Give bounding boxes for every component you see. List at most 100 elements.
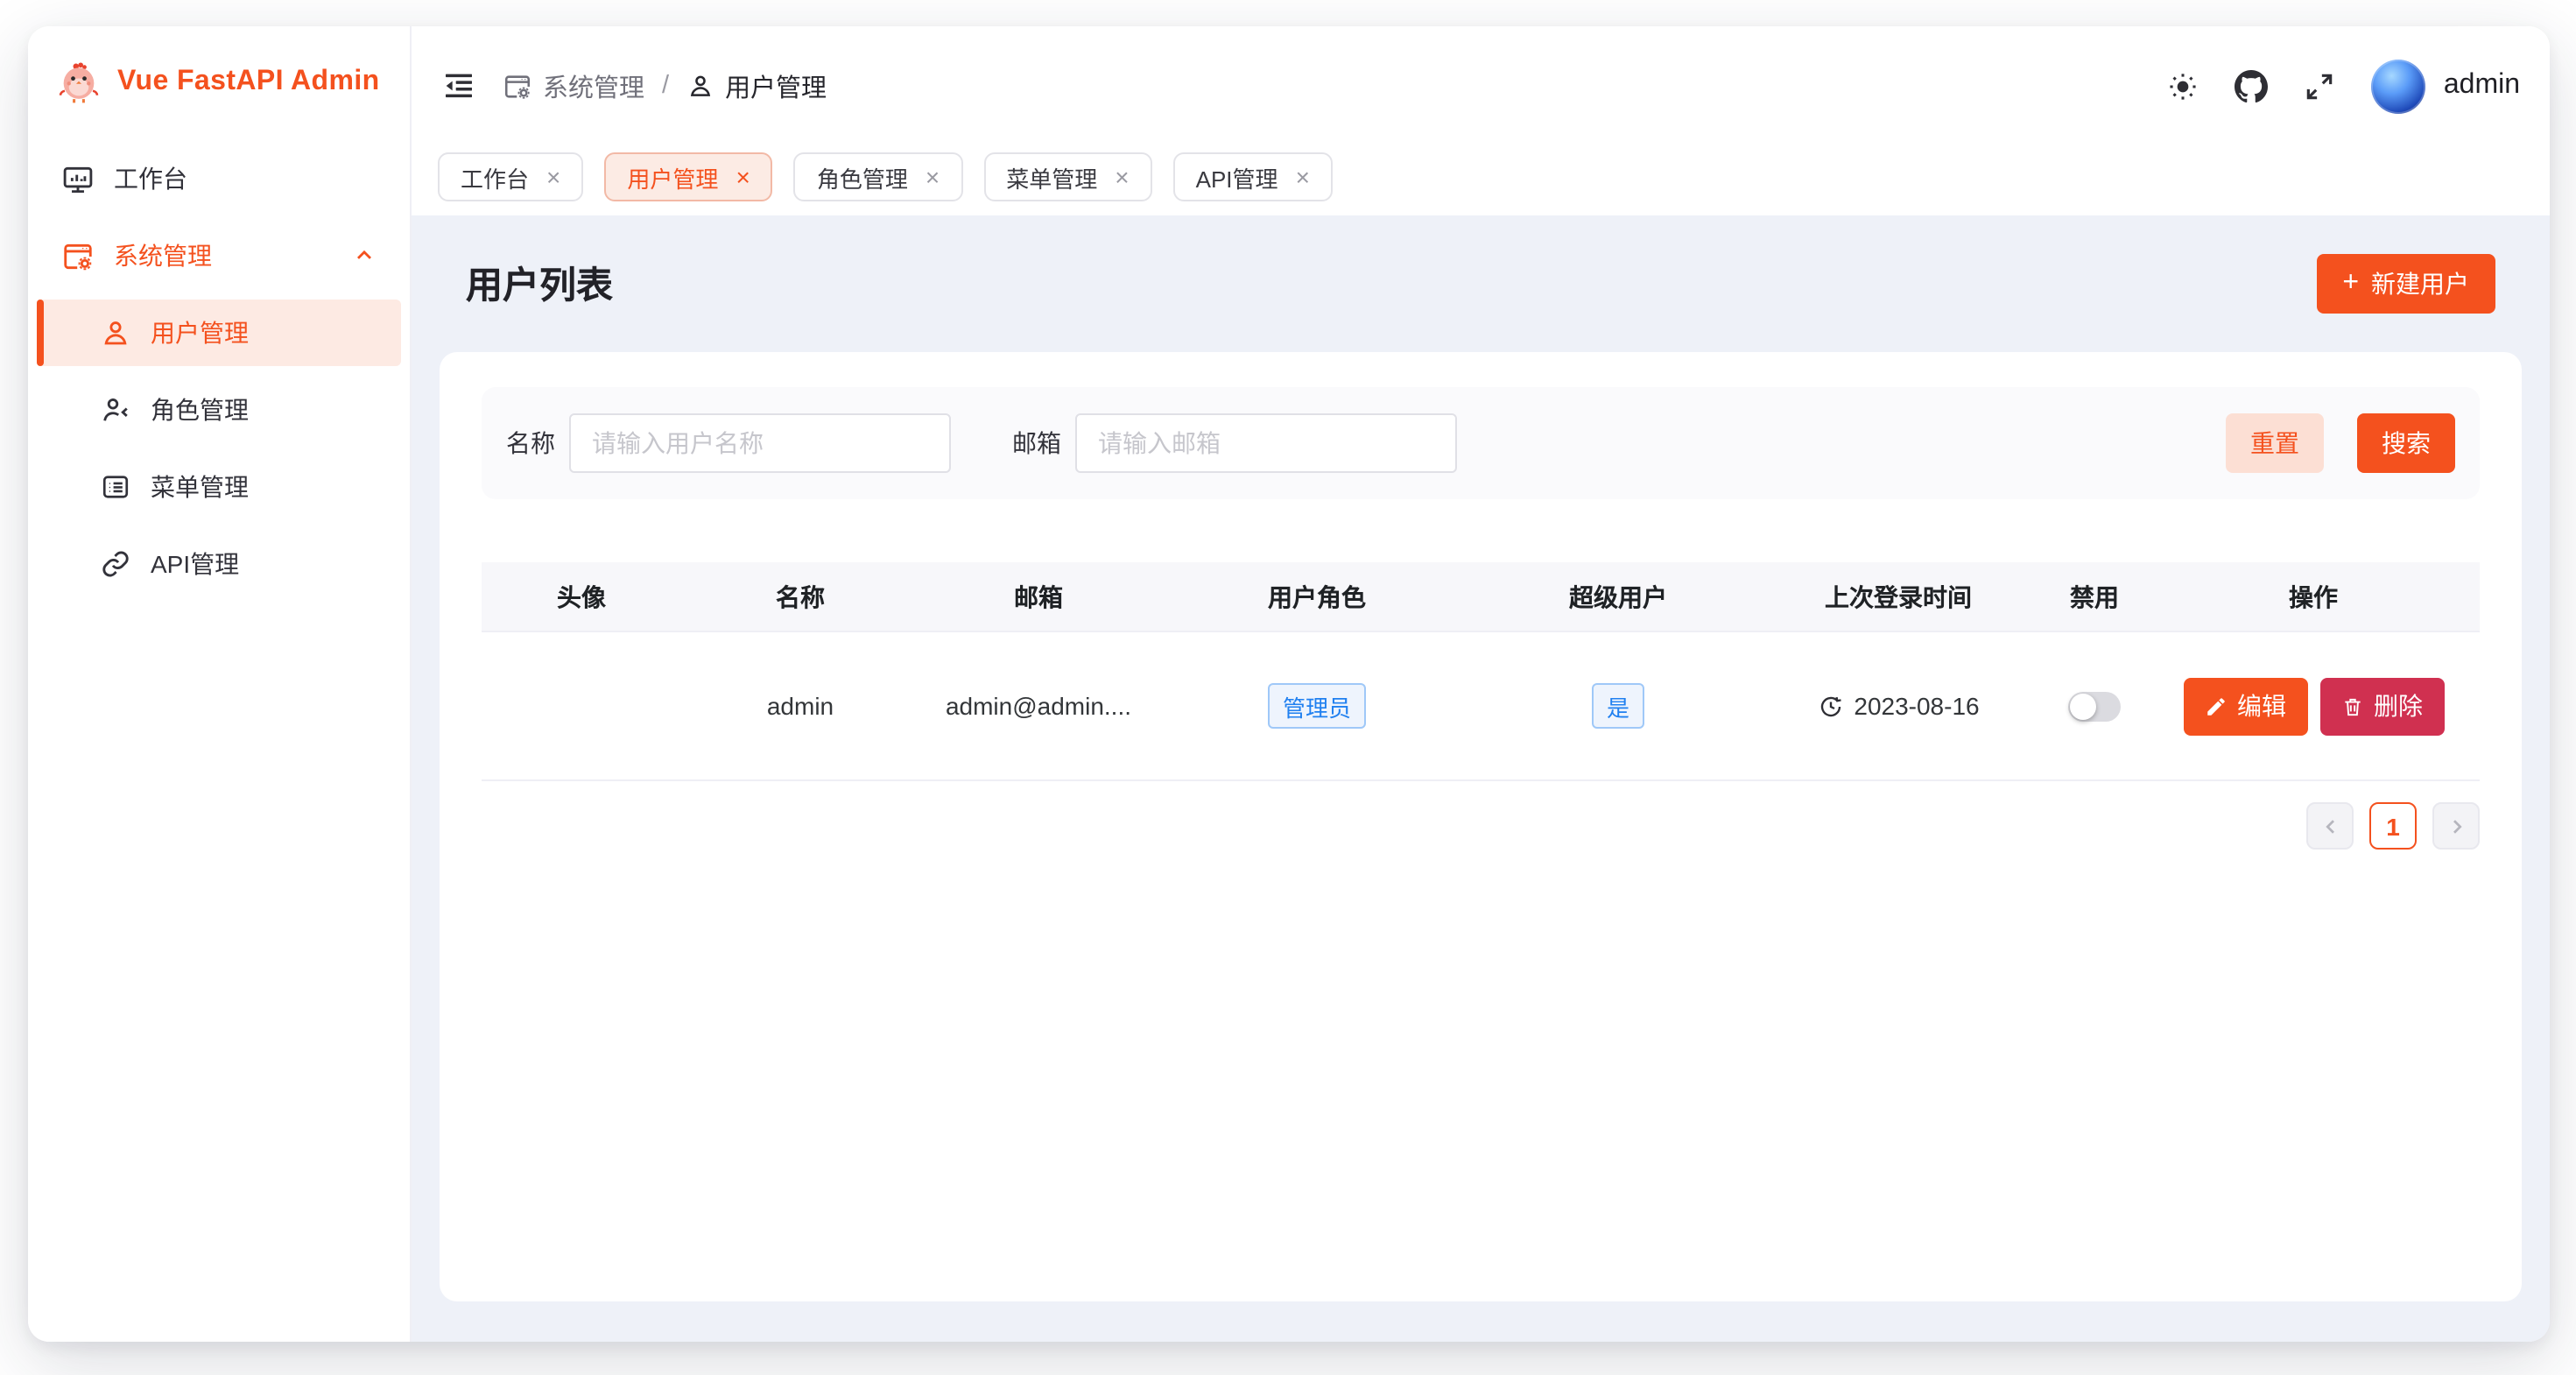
chevron-right-icon [2446,815,2467,836]
app-window: Vue FastAPI Admin 工作台 [28,26,2550,1342]
cell-name: admin [681,692,919,720]
name-filter-input[interactable] [569,413,951,473]
role-tag: 管理员 [1269,683,1365,729]
email-filter-label: 邮箱 [1012,426,1061,461]
topbar-left: 系统管理 / 用户管理 [441,67,827,104]
disabled-toggle[interactable] [2068,691,2121,721]
pagination-page-1[interactable]: 1 [2369,802,2417,850]
tabs-bar: 工作台 × 用户管理 × 角色管理 × 菜单管理 × API管理 × [412,128,2550,215]
pencil-icon [2204,695,2227,717]
sidebar-item-system[interactable]: 系统管理 [42,222,396,289]
tab-close-icon[interactable]: × [735,165,750,189]
user-icon [686,72,714,100]
tab-workbench[interactable]: 工作台 × [438,152,583,201]
search-button[interactable]: 搜索 [2357,413,2455,473]
edit-button[interactable]: 编辑 [2183,677,2307,735]
chevron-up-icon [352,243,377,268]
column-header-disabled: 禁用 [2037,579,2152,614]
last-login-date: 2023-08-16 [1854,692,1979,720]
tab-close-icon[interactable]: × [1296,165,1310,189]
user-icon [98,316,131,349]
create-user-label: 新建用户 [2371,266,2469,301]
sidebar-item-workbench[interactable]: 工作台 [42,145,396,212]
breadcrumb-label: 用户管理 [725,67,827,104]
user-menu[interactable]: admin [2372,59,2520,113]
pagination-next-button[interactable] [2432,802,2480,850]
cell-last-login: 2023-08-16 [1760,692,2037,720]
tab-role-management[interactable]: 角色管理 × [794,152,962,201]
delete-button[interactable]: 删除 [2319,677,2444,735]
email-filter-input[interactable] [1075,413,1457,473]
tab-menu-management[interactable]: 菜单管理 × [983,152,1151,201]
system-window-gear-icon [503,71,532,101]
table-row: admin admin@admin.... 管理员 是 [482,632,2480,781]
user-list-card: 名称 邮箱 重置 搜索 头像 名称 邮箱 用户角色 [440,352,2522,1301]
breadcrumb-item-users[interactable]: 用户管理 [686,67,827,104]
app-stage: Vue FastAPI Admin 工作台 [0,0,2576,1375]
workbench-monitor-icon [61,162,95,195]
tab-label: 角色管理 [817,160,908,194]
sidebar-collapse-icon[interactable] [441,68,476,103]
username: admin [2444,70,2520,102]
create-user-button[interactable]: + 新建用户 [2316,254,2495,314]
api-link-icon [98,547,131,581]
tab-user-management[interactable]: 用户管理 × [604,152,772,201]
avatar [2372,59,2426,113]
tab-close-icon[interactable]: × [546,165,560,189]
chick-mascot-icon [56,60,102,105]
sidebar-item-label: 系统管理 [114,238,212,273]
github-icon[interactable] [2235,69,2269,102]
breadcrumb-item-system[interactable]: 系统管理 [503,67,644,104]
pagination-prev-button[interactable] [2306,802,2354,850]
column-header-email: 邮箱 [919,579,1158,614]
sidebar: Vue FastAPI Admin 工作台 [28,26,412,1342]
theme-toggle-sun-icon[interactable] [2167,69,2200,102]
column-header-role: 用户角色 [1158,579,1476,614]
app-logo[interactable]: Vue FastAPI Admin [28,26,410,138]
edit-label: 编辑 [2237,688,2286,723]
column-header-actions: 操作 [2152,579,2474,614]
cell-disabled [2037,691,2152,721]
topbar: 系统管理 / 用户管理 [412,26,2550,128]
cell-email: admin@admin.... [919,692,1158,720]
page-header: 用户列表 + 新建用户 [440,252,2522,315]
tab-close-icon[interactable]: × [926,165,940,189]
sidebar-item-user-management[interactable]: 用户管理 [37,300,401,366]
chevron-left-icon [2319,815,2340,836]
trash-icon [2340,695,2363,717]
column-header-avatar: 头像 [482,579,681,614]
clock-history-icon [1817,693,1843,719]
sidebar-item-role-management[interactable]: 角色管理 [42,377,396,443]
column-header-last-login: 上次登录时间 [1760,579,2037,614]
search-filter-panel: 名称 邮箱 重置 搜索 [482,387,2480,499]
breadcrumb: 系统管理 / 用户管理 [503,67,827,104]
role-user-icon [98,393,131,427]
app-title: Vue FastAPI Admin [117,67,380,98]
tab-close-icon[interactable]: × [1115,165,1129,189]
cell-actions: 编辑 删除 [2152,677,2474,735]
name-filter-label: 名称 [506,426,555,461]
superuser-tag: 是 [1593,683,1643,729]
tab-label: 菜单管理 [1006,160,1097,194]
delete-label: 删除 [2374,688,2423,723]
tab-label: 工作台 [461,160,529,194]
content-area: 用户列表 + 新建用户 名称 邮箱 重置 搜索 [412,215,2550,1342]
tab-api-management[interactable]: API管理 × [1173,152,1333,201]
plus-icon: + [2342,267,2359,299]
users-table: 头像 名称 邮箱 用户角色 超级用户 上次登录时间 禁用 操作 admin [482,562,2480,781]
system-window-gear-icon [61,239,95,272]
sidebar-item-api-management[interactable]: API管理 [42,531,396,597]
table-header-row: 头像 名称 邮箱 用户角色 超级用户 上次登录时间 禁用 操作 [482,562,2480,632]
sidebar-item-menu-management[interactable]: 菜单管理 [42,454,396,520]
sidebar-item-label: 角色管理 [151,392,249,427]
column-header-name: 名称 [681,579,919,614]
reset-button[interactable]: 重置 [2226,413,2324,473]
sidebar-menu: 工作台 系统管理 [28,138,410,608]
breadcrumb-separator: / [662,72,669,100]
toggle-knob [2070,693,2096,719]
sidebar-item-label: 用户管理 [151,315,249,350]
fullscreen-expand-icon[interactable] [2304,69,2337,102]
topbar-right: admin [2167,59,2520,113]
main-area: 系统管理 / 用户管理 [412,26,2550,1342]
sidebar-item-label: 菜单管理 [151,469,249,504]
